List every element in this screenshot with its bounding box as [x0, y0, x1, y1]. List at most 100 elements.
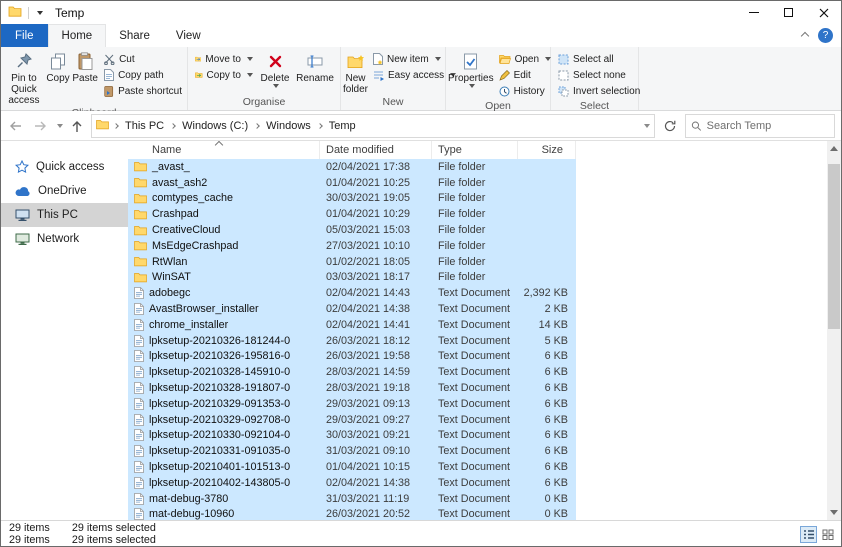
edit-button[interactable]: Edit	[496, 67, 554, 83]
up-icon	[71, 119, 83, 133]
sidebar-item-onedrive[interactable]: OneDrive	[1, 179, 128, 203]
minimize-button[interactable]	[736, 1, 771, 24]
refresh-button[interactable]	[659, 114, 681, 138]
file-row[interactable]: comtypes_cache 30/03/2021 19:05 File fol…	[128, 191, 576, 207]
properties-button[interactable]: Properties	[448, 49, 494, 99]
tab-view[interactable]: View	[163, 24, 214, 47]
column-header-type[interactable]: Type	[432, 141, 518, 159]
tab-share[interactable]: Share	[106, 24, 163, 47]
maximize-button[interactable]	[771, 1, 806, 24]
breadcrumb[interactable]: This PC Windows (C:) Windows Temp	[91, 114, 655, 138]
copy-to-button[interactable]: Copy to	[192, 67, 256, 83]
paste-icon	[78, 51, 93, 71]
rename-button[interactable]: Rename	[294, 49, 336, 95]
open-button[interactable]: Open	[496, 51, 554, 67]
file-name: lpksetup-20210329-092708-0	[149, 414, 290, 426]
file-row[interactable]: lpksetup-20210326-195816-0 26/03/2021 19…	[128, 349, 576, 365]
column-header-name[interactable]: Name	[128, 141, 320, 159]
file-row[interactable]: RtWlan 01/02/2021 18:05 File folder	[128, 254, 576, 270]
sidebar-onedrive-label: OneDrive	[38, 185, 87, 197]
file-row[interactable]: lpksetup-20210328-145910-0 28/03/2021 14…	[128, 364, 576, 380]
file-row[interactable]: adobegc 02/04/2021 14:43 Text Document 2…	[128, 285, 576, 301]
scroll-down-button[interactable]	[827, 505, 841, 520]
text-document-icon	[134, 335, 144, 347]
crumb-windows[interactable]: Windows	[264, 120, 313, 132]
file-date-modified: 31/03/2021 11:19	[320, 493, 432, 505]
crumb-this-pc[interactable]: This PC	[123, 120, 166, 132]
file-row[interactable]: lpksetup-20210326-181244-0 26/03/2021 18…	[128, 333, 576, 349]
copy-to-icon	[195, 70, 203, 80]
tab-home[interactable]: Home	[48, 24, 107, 47]
collapse-ribbon-icon[interactable]	[801, 31, 809, 39]
new-group-label: New	[341, 95, 445, 110]
file-row[interactable]: _avast_ 02/04/2021 17:38 File folder	[128, 159, 576, 175]
history-button[interactable]: History	[496, 83, 554, 99]
qat-customize-icon[interactable]	[37, 11, 43, 15]
file-row[interactable]: mat-debug-3780 31/03/2021 11:19 Text Doc…	[128, 491, 576, 507]
file-row[interactable]: lpksetup-20210401-101513-0 01/04/2021 10…	[128, 459, 576, 475]
delete-button[interactable]: Delete	[256, 49, 294, 95]
file-row[interactable]: mat-debug-10960 26/03/2021 20:52 Text Do…	[128, 507, 576, 520]
close-button[interactable]	[806, 1, 841, 24]
copy-path-button[interactable]: Copy path	[101, 67, 185, 83]
file-name: comtypes_cache	[152, 192, 233, 204]
copy-icon	[50, 51, 66, 71]
file-type: File folder	[432, 161, 518, 173]
scroll-thumb[interactable]	[828, 164, 840, 329]
back-button[interactable]	[3, 114, 27, 138]
file-row[interactable]: Crashpad 01/04/2021 10:29 File folder	[128, 206, 576, 222]
crumb-temp[interactable]: Temp	[327, 120, 358, 132]
paste-shortcut-icon	[104, 85, 114, 97]
paste-button[interactable]: Paste	[71, 49, 99, 106]
file-type: Text Document	[432, 287, 518, 299]
title-bar: Temp	[1, 1, 841, 24]
select-none-button[interactable]: Select none	[555, 67, 643, 83]
search-box[interactable]	[685, 114, 835, 138]
copy-label: Copy	[46, 73, 69, 84]
crumb-separator-icon	[113, 123, 119, 129]
file-row[interactable]: lpksetup-20210330-092104-0 30/03/2021 09…	[128, 428, 576, 444]
file-row[interactable]: chrome_installer 02/04/2021 14:41 Text D…	[128, 317, 576, 333]
file-row[interactable]: lpksetup-20210331-091035-0 31/03/2021 09…	[128, 443, 576, 459]
file-name: avast_ash2	[152, 177, 207, 189]
details-view-button[interactable]	[800, 526, 817, 543]
select-all-button[interactable]: Select all	[555, 51, 643, 67]
file-row[interactable]: lpksetup-20210402-143805-0 02/04/2021 14…	[128, 475, 576, 491]
pin-to-quick-access-button[interactable]: Pin to Quick access	[3, 49, 45, 106]
help-icon[interactable]: ?	[818, 28, 833, 43]
cut-button[interactable]: Cut	[101, 51, 185, 67]
up-button[interactable]	[67, 114, 87, 138]
file-row[interactable]: lpksetup-20210329-092708-0 29/03/2021 09…	[128, 412, 576, 428]
large-icons-view-button[interactable]	[819, 526, 836, 543]
forward-button[interactable]	[31, 114, 51, 138]
file-row[interactable]: CreativeCloud 05/03/2021 15:03 File fold…	[128, 222, 576, 238]
tab-file[interactable]: File	[1, 24, 48, 47]
move-to-button[interactable]: Move to	[192, 51, 256, 67]
breadcrumb-folder-icon	[96, 117, 109, 135]
scroll-track[interactable]	[827, 156, 841, 505]
file-row[interactable]: AvastBrowser_installer 02/04/2021 14:38 …	[128, 301, 576, 317]
scroll-up-button[interactable]	[827, 141, 841, 156]
copy-button[interactable]: Copy	[45, 49, 71, 106]
sidebar-item-this-pc[interactable]: This PC	[1, 203, 128, 227]
copy-path-icon	[104, 69, 114, 81]
crumb-windows-c[interactable]: Windows (C:)	[180, 120, 250, 132]
sidebar-item-quick-access[interactable]: Quick access	[1, 155, 128, 179]
vertical-scrollbar[interactable]	[827, 141, 841, 520]
new-folder-button[interactable]: New folder	[343, 49, 368, 95]
sidebar-item-network[interactable]: Network	[1, 227, 128, 251]
search-input[interactable]	[707, 120, 829, 132]
file-row[interactable]: MsEdgeCrashpad 27/03/2021 10:10 File fol…	[128, 238, 576, 254]
column-header-size[interactable]: Size	[518, 141, 576, 159]
sidebar-this-pc-label: This PC	[37, 209, 78, 221]
recent-locations-icon[interactable]	[57, 124, 63, 128]
large-icons-view-icon	[822, 529, 834, 540]
invert-selection-button[interactable]: Invert selection	[555, 83, 643, 99]
file-row[interactable]: WinSAT 03/03/2021 18:17 File folder	[128, 270, 576, 286]
column-header-date-modified[interactable]: Date modified	[320, 141, 432, 159]
file-row[interactable]: lpksetup-20210328-191807-0 28/03/2021 19…	[128, 380, 576, 396]
address-dropdown-icon[interactable]	[644, 124, 650, 128]
paste-shortcut-button[interactable]: Paste shortcut	[101, 83, 185, 99]
file-row[interactable]: lpksetup-20210329-091353-0 29/03/2021 09…	[128, 396, 576, 412]
file-row[interactable]: avast_ash2 01/04/2021 10:25 File folder	[128, 175, 576, 191]
